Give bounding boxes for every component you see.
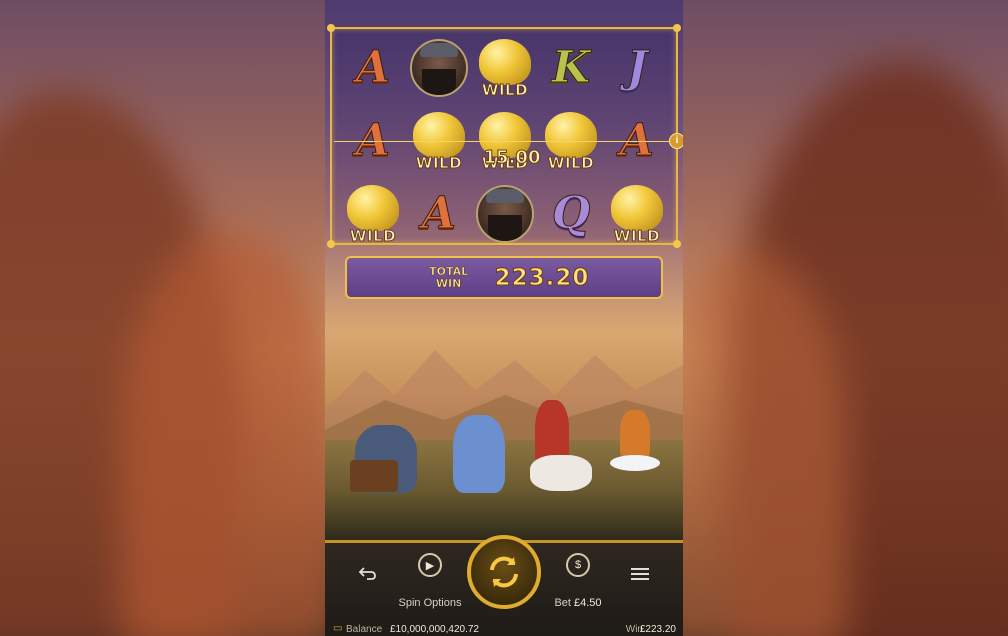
status-bar: ▭ Balance £10,000,000,420.72 Win £223.20 [325, 621, 683, 636]
symbol-j: J [626, 42, 648, 94]
monkey-character [620, 410, 650, 460]
menu-button[interactable] [630, 567, 650, 584]
reel-cell [472, 177, 538, 250]
spin-options-label: Spin Options [398, 597, 462, 609]
warrior-symbol [410, 38, 468, 97]
winning-payline [334, 141, 678, 142]
reel-cell: WILD [340, 177, 406, 250]
total-win-banner: TOTAL WIN 223.20 [345, 256, 663, 299]
reel-cell [406, 31, 472, 104]
play-icon: ▶ [418, 553, 442, 577]
warrior-symbol [476, 184, 534, 243]
hamburger-menu-icon [631, 568, 649, 580]
balance-value: £10,000,000,420.72 [390, 624, 479, 635]
frame-corner [673, 240, 681, 248]
total-win-label-line2: WIN [435, 276, 462, 290]
reel-cell: K [538, 31, 604, 104]
game-viewport: A WILD K J A WILD WILD WILD A WILD A Q WILD 15.00 i … [325, 0, 683, 636]
golden-pig-icon [413, 111, 465, 158]
pig-character [453, 415, 505, 493]
golden-pig-icon [545, 111, 597, 158]
cloud [610, 455, 660, 471]
frame-corner [673, 24, 681, 32]
bet-button[interactable]: $ Bet £4.50 [547, 553, 609, 609]
total-win-amount: 223.20 [494, 264, 590, 291]
reel-cell: A [406, 177, 472, 250]
symbol-a: A [355, 42, 391, 94]
helmet-icon [486, 188, 524, 203]
reel-cell: WILD [472, 31, 538, 104]
bet-value: £4.50 [574, 597, 602, 609]
balance-label: Balance [346, 624, 383, 635]
frame-corner [327, 24, 335, 32]
golden-pig-icon [479, 38, 531, 85]
total-win-label: TOTAL WIN [419, 264, 479, 290]
reel-cell: J [604, 31, 670, 104]
reel-cell: Q [538, 177, 604, 250]
line-win-amount: 15.00 [483, 147, 541, 169]
reel-grid: A WILD K J A WILD WILD WILD A WILD A Q WILD [340, 31, 670, 245]
bet-label: Bet [554, 597, 571, 609]
control-bar: ▶ Spin Options $ Bet £4.50 ▭ Balance £10… [325, 535, 683, 636]
golden-pig-icon [347, 184, 399, 231]
wild-label: WILD [481, 80, 529, 99]
wild-label: WILD [349, 226, 397, 245]
dollar-coin-icon: $ [566, 553, 590, 577]
wild-symbol: WILD [475, 35, 535, 101]
wallet-icon: ▭ [333, 623, 343, 634]
reel-cell: WILD [604, 177, 670, 250]
undo-arrow-icon [358, 567, 376, 580]
frame-corner [327, 240, 335, 248]
wild-symbol: WILD [343, 181, 403, 247]
symbol-k: K [551, 42, 591, 94]
total-win-label-line1: TOTAL [429, 264, 469, 278]
info-icon[interactable]: i [669, 133, 683, 149]
win-value: £223.20 [639, 624, 676, 635]
beard-icon [488, 214, 522, 241]
beard-icon [422, 68, 456, 95]
spin-options-button[interactable]: ▶ Spin Options [389, 553, 471, 609]
reel-frame: A WILD K J A WILD WILD WILD A WILD A Q WILD 15.00 i [327, 24, 683, 248]
wild-label: WILD [613, 226, 661, 245]
wild-label: WILD [547, 153, 595, 172]
reel-cell: A [340, 31, 406, 104]
back-button[interactable] [357, 565, 379, 584]
symbol-a: A [421, 188, 457, 240]
wild-label: WILD [415, 153, 463, 172]
symbol-q: Q [551, 188, 591, 240]
white-horse [530, 455, 592, 491]
treasure-chest [350, 460, 398, 492]
golden-pig-icon [611, 184, 663, 231]
wild-symbol: WILD [607, 181, 667, 247]
helmet-icon [420, 42, 458, 57]
spin-button[interactable] [467, 535, 541, 609]
spin-arrows-icon [490, 556, 518, 588]
